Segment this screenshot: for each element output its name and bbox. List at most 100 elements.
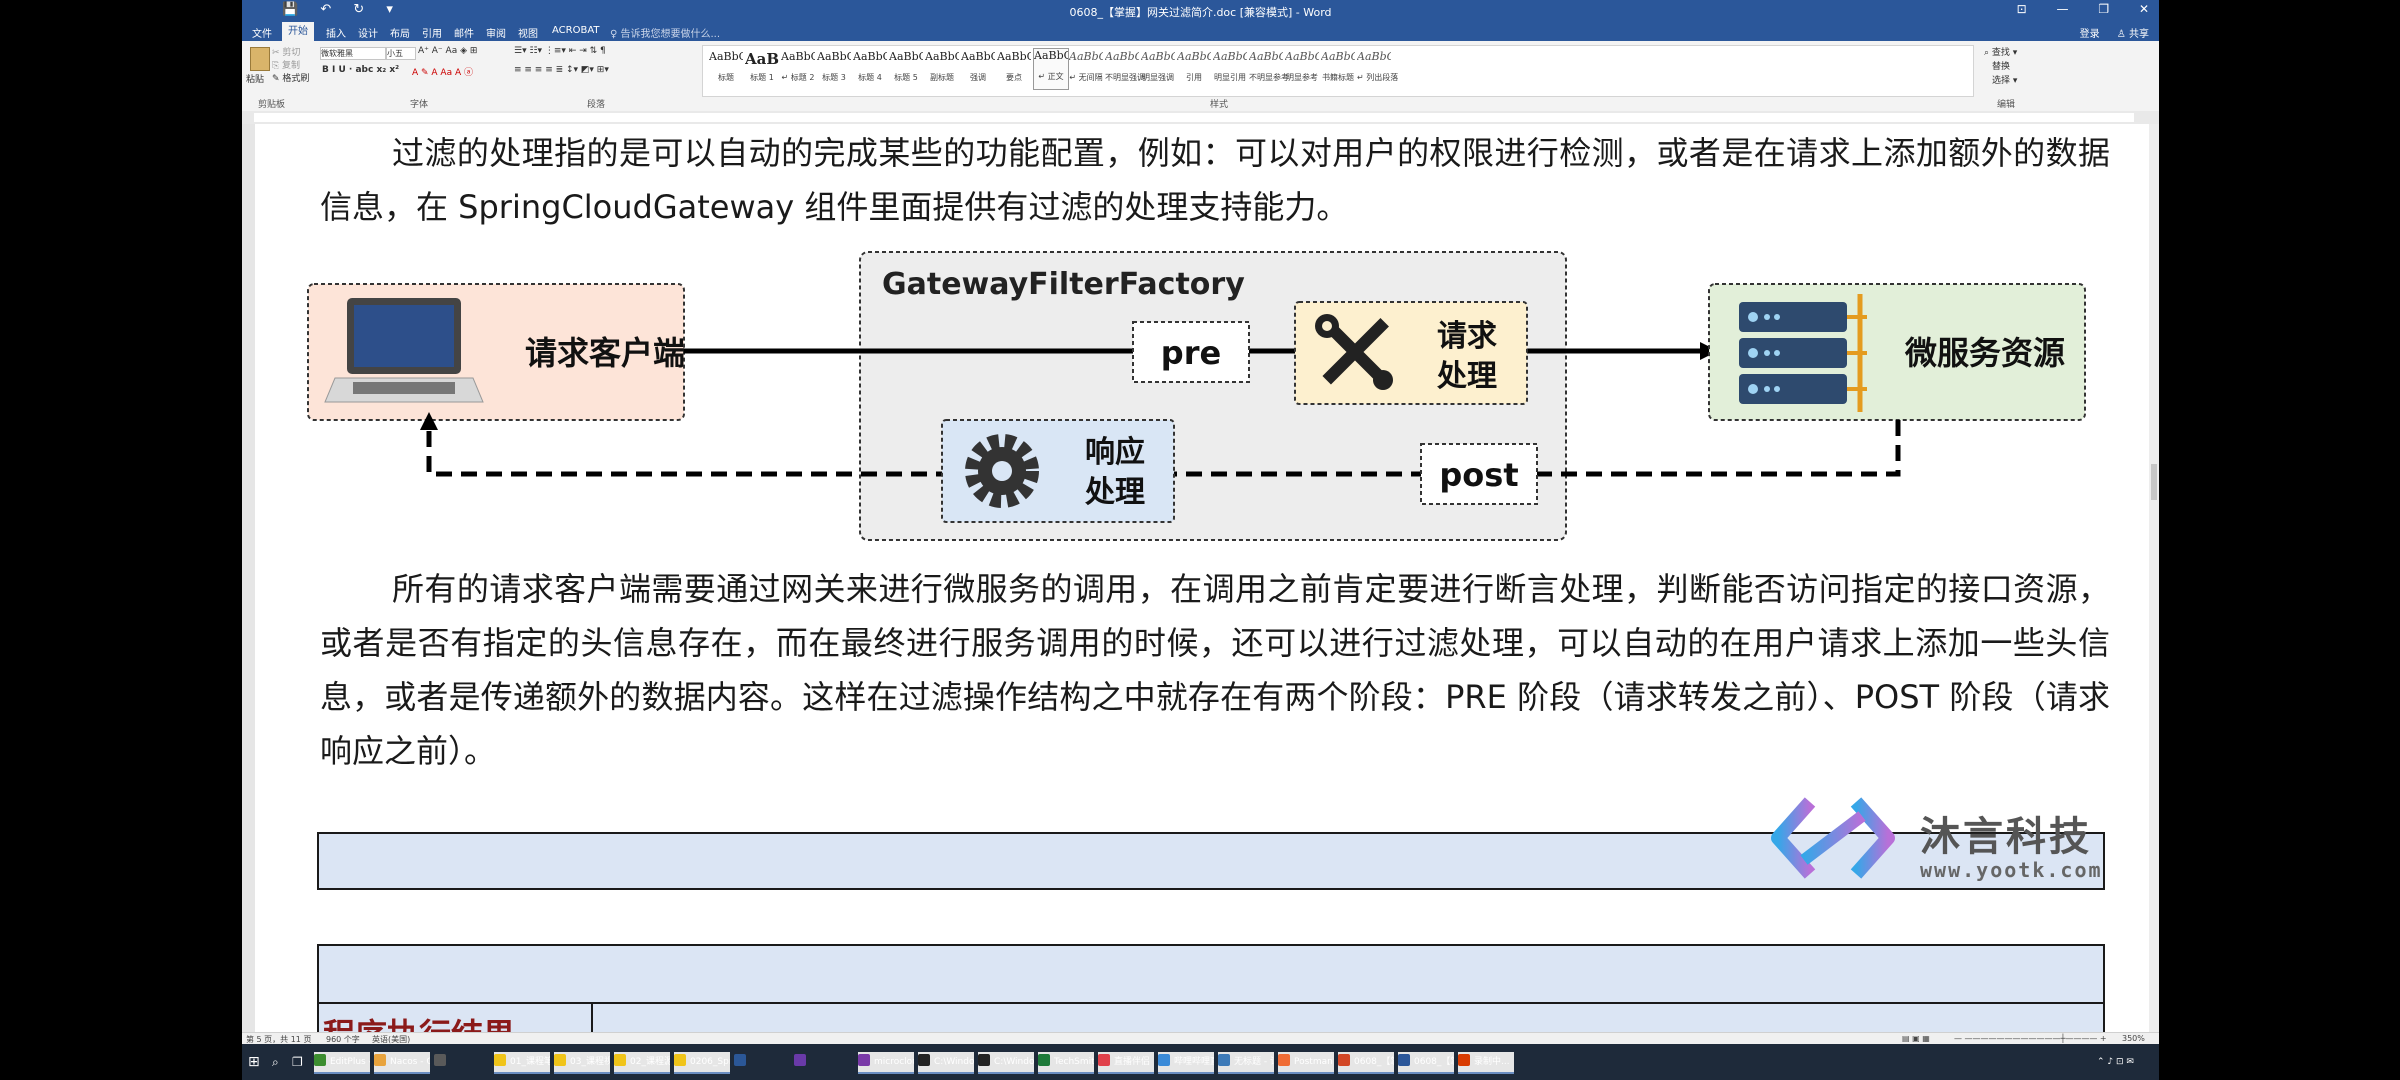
tab-home[interactable]: 开始 xyxy=(282,22,314,41)
taskbar-app[interactable]: C:\Windows... xyxy=(918,1052,974,1074)
style-item[interactable]: AaBbCcDc ↵ 列出段落 xyxy=(1357,50,1398,83)
font-format-icons[interactable]: B I U · abc x₂ x² xyxy=(322,65,399,75)
align-icons[interactable]: ≡ ≡ ≡ ≡ ≣ ↕▾ ◩▾ ⊞▾ xyxy=(514,65,609,75)
client-label: 请求客户端 xyxy=(525,334,685,372)
scroll-thumb[interactable] xyxy=(2151,464,2157,500)
close-button[interactable]: ✕ xyxy=(2139,2,2149,16)
tab-acrobat[interactable]: ACROBAT xyxy=(552,25,600,36)
minimize-button[interactable]: — xyxy=(2057,2,2069,16)
style-item[interactable]: AaBbCcD 书籍标题 xyxy=(1321,50,1355,83)
yootk-logo-icon xyxy=(1771,797,1895,879)
taskbar-app[interactable]: 0206_Sprin... xyxy=(674,1052,730,1074)
tab-design[interactable]: 设计 xyxy=(358,25,378,40)
replace-button[interactable]: 替换 xyxy=(1992,59,2010,72)
style-item[interactable]: AaBbCcD 强调 xyxy=(961,50,995,83)
taskbar-app[interactable] xyxy=(794,1052,812,1072)
style-name: ↵ 标题 2 xyxy=(781,73,815,82)
select-button[interactable]: 选择 ▾ xyxy=(1992,73,2017,86)
taskbar-app[interactable]: 无标题 - 记... xyxy=(1218,1052,1274,1074)
document-page[interactable]: 过滤的处理指的是可以自动的完成某些的功能配置，例如：可以对用户的权限进行检测，或… xyxy=(255,124,2152,1038)
ribbon-display-icon[interactable]: ⊡ xyxy=(2017,2,2027,16)
style-preview: AaBbCcD xyxy=(1249,50,1283,63)
taskbar-app[interactable]: 01_课程笔记 xyxy=(494,1052,550,1074)
font-size-select[interactable]: 小五 xyxy=(386,47,416,60)
style-item[interactable]: AaBbC 标题 3 xyxy=(817,50,851,83)
style-name: ↵ 正文 xyxy=(1038,72,1064,81)
restore-button[interactable]: ❐ xyxy=(2098,2,2109,16)
style-item[interactable]: AaBbCcDc ↵ 正文 xyxy=(1033,48,1069,90)
find-button[interactable]: ⌕ 查找 ▾ xyxy=(1984,45,2017,58)
watermark-brand: 沐言科技 xyxy=(1920,814,2092,860)
tab-references[interactable]: 引用 xyxy=(422,25,442,40)
zoom-slider[interactable]: — ————————————┼———— + xyxy=(1954,1034,2107,1043)
start-icon[interactable]: ⊞ xyxy=(248,1052,260,1072)
style-name: 副标题 xyxy=(930,73,954,82)
tell-me-search[interactable]: ♀ 告诉我您想要做什么... xyxy=(610,25,720,40)
horizontal-ruler[interactable] xyxy=(242,111,2159,125)
taskbar-app[interactable] xyxy=(434,1052,452,1072)
style-item[interactable]: AaBbC 标题 4 xyxy=(853,50,887,83)
result-table-border xyxy=(591,1002,2103,1004)
taskbar-app[interactable]: 03_课程视频 xyxy=(554,1052,610,1074)
share-button[interactable]: ♙ 共享 xyxy=(2117,29,2149,40)
style-item[interactable]: AaBbC 标题 xyxy=(709,50,743,83)
view-mode-icons[interactable]: ▤ ▣ ▦ xyxy=(1902,1034,1930,1043)
format-painter-button[interactable]: ✎ 格式刷 xyxy=(272,71,309,84)
style-item[interactable]: AaBbCcDc 不明显强调 xyxy=(1105,50,1145,83)
tab-review[interactable]: 审阅 xyxy=(486,25,506,40)
taskbar-app[interactable]: 0608_【掌... xyxy=(1338,1052,1394,1074)
paste-button[interactable]: 粘贴 xyxy=(246,72,264,85)
taskbar-app[interactable] xyxy=(734,1052,752,1072)
taskbar-app[interactable]: microcloud ... xyxy=(858,1052,914,1074)
vertical-scrollbar[interactable] xyxy=(2149,124,2159,1032)
taskbar-app[interactable]: 录制中... xyxy=(1458,1052,1514,1074)
ribbon-home: 粘贴 ✂ 剪切 ⎘ 复制 ✎ 格式刷 剪贴板 微软雅黑 小五 A⁺ A⁻ Aa … xyxy=(242,41,2159,112)
window-title: 0608_【掌握】网关过滤简介.doc [兼容模式] - Word xyxy=(1069,6,1332,19)
style-item[interactable]: AaBl 标题 1 xyxy=(745,50,779,83)
font-name-select[interactable]: 微软雅黑 xyxy=(320,47,386,60)
style-name: 强调 xyxy=(970,73,986,82)
taskbar-app[interactable]: EditPlus - [... xyxy=(314,1052,370,1074)
search-icon[interactable]: ⌕ xyxy=(272,1052,279,1072)
style-item[interactable]: AaBbCcDc 明显强调 xyxy=(1141,50,1175,83)
zoom-level[interactable]: 350% xyxy=(2122,1034,2145,1043)
list-icons[interactable]: ☰▾ ☷▾ ⋮≡▾ ⇤ ⇥ ⇅ ¶ xyxy=(514,46,606,56)
tab-insert[interactable]: 插入 xyxy=(326,25,346,40)
font-grow-shrink-icons[interactable]: A⁺ A⁻ Aa ◈ ⊞ xyxy=(418,46,477,56)
taskbar-app[interactable]: Nacos - Go... xyxy=(374,1052,430,1074)
taskbar-app[interactable]: 直播伴侣 xyxy=(1098,1052,1154,1074)
tab-file[interactable]: 文件 xyxy=(252,25,272,40)
taskbar-app[interactable]: 02_课程源代... xyxy=(614,1052,670,1074)
taskbar-app[interactable]: TechSmith ... xyxy=(1038,1052,1094,1074)
tab-layout[interactable]: 布局 xyxy=(390,25,410,40)
system-tray-icons[interactable]: ⌃ ♪ ⊡ ✉ xyxy=(2097,1052,2134,1072)
style-item[interactable]: AaBbC ↵ 标题 2 xyxy=(781,50,815,83)
task-view-icon[interactable]: ❐ xyxy=(292,1052,303,1072)
font-color-icons[interactable]: A ✎ A Aa A ⓐ xyxy=(412,65,473,78)
app-icon xyxy=(1158,1054,1170,1066)
taskbar-app-label: 无标题 - 记... xyxy=(1234,1057,1274,1067)
copy-button[interactable]: ⎘ 复制 xyxy=(272,58,300,71)
taskbar-app[interactable]: 0608_【掌... xyxy=(1398,1052,1454,1074)
app-icon xyxy=(434,1054,446,1066)
code-block-2[interactable]: 程序执行结果 xyxy=(317,944,2105,1038)
style-item[interactable]: AaBbCcDc 引用 xyxy=(1177,50,1211,83)
app-icon xyxy=(794,1054,806,1066)
tab-mailings[interactable]: 邮件 xyxy=(454,25,474,40)
taskbar-app[interactable]: C:\Windows... xyxy=(978,1052,1034,1074)
style-item[interactable]: AaBbCcDc 明显引用 xyxy=(1213,50,1247,83)
taskbar-app[interactable]: 哔哩哔哩直... xyxy=(1158,1052,1214,1074)
style-item[interactable]: AaBbCcDc ↵ 无间隔 xyxy=(1069,50,1103,83)
style-item[interactable]: AaBbC 标题 5 xyxy=(889,50,923,83)
taskbar-app[interactable]: Postman xyxy=(1278,1052,1334,1074)
paste-icon[interactable] xyxy=(250,47,270,71)
cut-button[interactable]: ✂ 剪切 xyxy=(272,45,300,58)
style-item[interactable]: AaBbCcI 明显参考 xyxy=(1285,50,1319,83)
document-area: 过滤的处理指的是可以自动的完成某些的功能配置，例如：可以对用户的权限进行检测，或… xyxy=(242,124,2159,1038)
login-link[interactable]: 登录 xyxy=(2080,29,2100,40)
style-item[interactable]: AaBbC 副标题 xyxy=(925,50,959,83)
style-preview: AaBbCcDc xyxy=(1177,50,1211,63)
tab-view[interactable]: 视图 xyxy=(518,25,538,40)
style-item[interactable]: AaBbCcD 不明显参考 xyxy=(1249,50,1289,83)
style-item[interactable]: AaBbCcD 要点 xyxy=(997,50,1031,83)
